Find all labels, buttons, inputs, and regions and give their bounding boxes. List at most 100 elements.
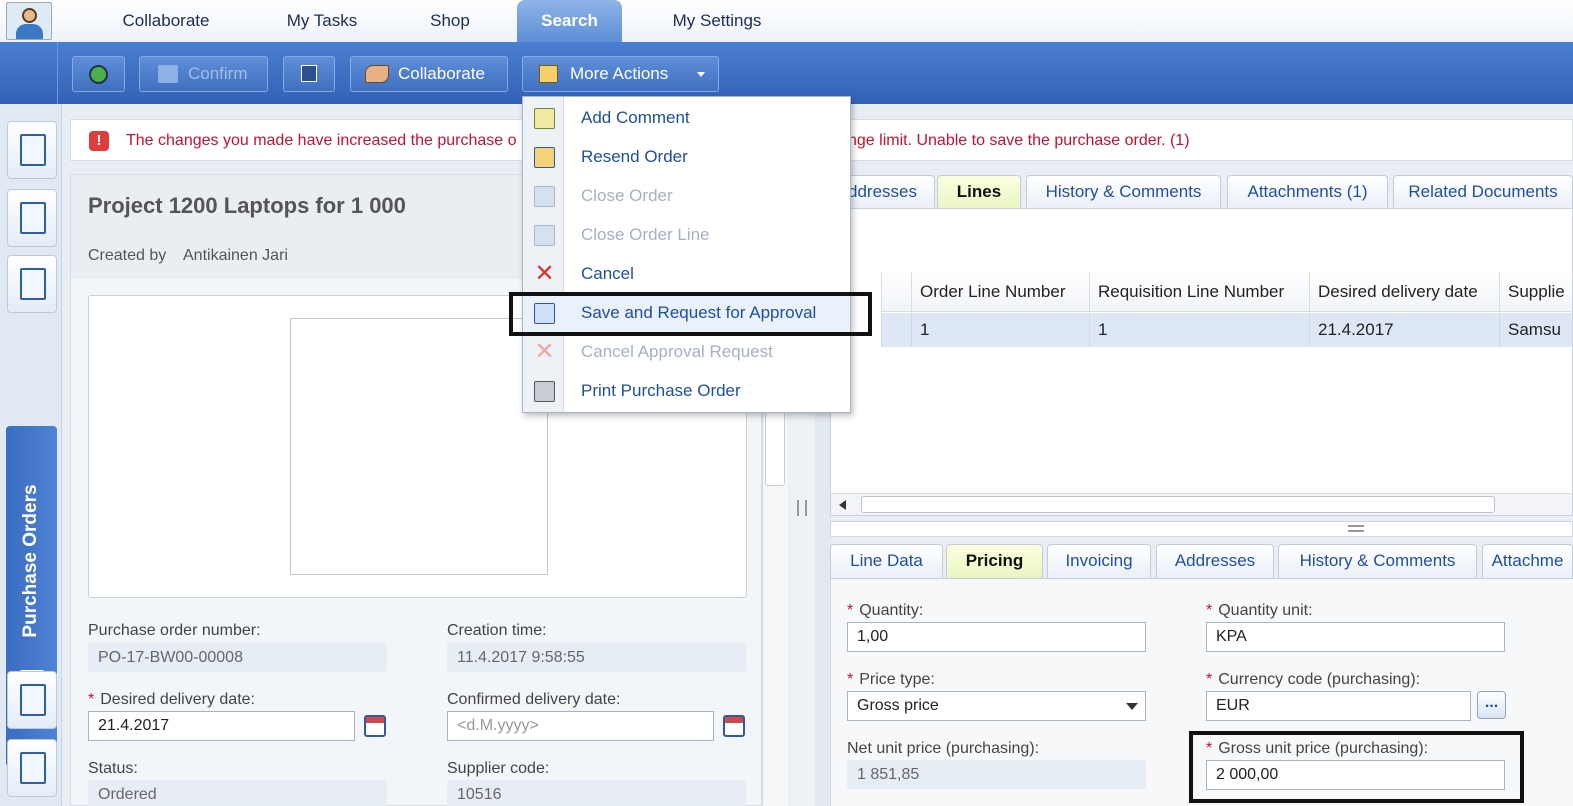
order-image-placeholder xyxy=(290,318,548,575)
invoice-icon xyxy=(20,752,46,784)
back-button[interactable] xyxy=(72,56,125,92)
menu-item-cancel[interactable]: ✕ Cancel xyxy=(523,255,850,294)
nav-tab-search[interactable]: Search xyxy=(517,0,622,42)
cancel-approval-icon: ✕ xyxy=(534,338,555,365)
menu-item-label: Add Comment xyxy=(581,108,690,127)
rail-button-invoice[interactable] xyxy=(7,739,57,797)
grid-header-supplier[interactable]: Supplie xyxy=(1499,272,1572,312)
avatar-body-icon xyxy=(16,24,43,39)
chevron-down-icon xyxy=(697,72,705,77)
rail-button-documents[interactable] xyxy=(7,121,57,179)
grid-header-order-line-number[interactable]: Order Line Number xyxy=(911,272,1089,312)
menu-item-add-comment[interactable]: Add Comment xyxy=(523,99,850,138)
net-unit-price-label: Net unit price (purchasing): xyxy=(847,740,1040,757)
comment-icon xyxy=(534,108,555,129)
back-arrow-icon xyxy=(89,65,108,84)
nav-tab-my-tasks[interactable]: My Tasks xyxy=(268,0,376,42)
collaborate-button[interactable]: Collaborate xyxy=(350,56,508,92)
price-type-select[interactable]: Gross price xyxy=(847,691,1146,721)
grid-cell-requisition-line-number[interactable]: 1 xyxy=(1089,313,1309,347)
avatar-head-icon xyxy=(22,8,37,23)
confirmed-delivery-input[interactable]: <d.M.yyyy> xyxy=(447,711,714,741)
po-number-value: PO-17-BW00-00008 xyxy=(88,643,387,672)
tab-invoicing[interactable]: Invoicing xyxy=(1047,544,1151,578)
menu-item-resend-order[interactable]: Resend Order xyxy=(523,138,850,177)
grid-header-spacer xyxy=(881,272,911,312)
menu-item-label: Close Order Line xyxy=(581,225,710,244)
select-chevron-down-icon[interactable] xyxy=(1126,703,1138,710)
save-button[interactable] xyxy=(283,56,335,92)
close-order-icon xyxy=(534,186,555,207)
menu-item-label: Resend Order xyxy=(581,147,688,166)
currency-lookup-button[interactable]: ... xyxy=(1477,691,1506,719)
quantity-unit-label: * Quantity unit: xyxy=(1206,602,1313,619)
quantity-unit-input[interactable]: KPA xyxy=(1206,622,1505,652)
action-toolbar: Confirm Collaborate More Actions xyxy=(0,42,1573,104)
menu-item-label: Close Order xyxy=(581,186,673,205)
grid-header-requisition-line-number[interactable]: Requisition Line Number xyxy=(1089,272,1309,312)
grid-horizontal-scrollbar[interactable] xyxy=(831,493,1572,515)
order-lines-grid: Order Line Number Requisition Line Numbe… xyxy=(830,208,1573,516)
more-actions-menu: Add Comment Resend Order Close Order Clo… xyxy=(522,96,851,413)
floppy-disk-icon xyxy=(301,65,317,82)
menu-item-label: Cancel Approval Request xyxy=(581,342,773,361)
scrollbar-thumb[interactable] xyxy=(861,496,1495,513)
quantity-input[interactable]: 1,00 xyxy=(847,622,1146,652)
desired-delivery-label: * Desired delivery date: xyxy=(88,691,255,708)
tab-pricing[interactable]: Pricing xyxy=(946,544,1043,578)
tab-line-attachments[interactable]: Attachme xyxy=(1482,544,1573,578)
tab-history-comments[interactable]: History & Comments xyxy=(1026,175,1221,209)
top-nav: Collaborate My Tasks Shop Search My Sett… xyxy=(0,0,1573,42)
scroll-left-arrow-icon[interactable] xyxy=(839,500,846,510)
calendar-picker-icon[interactable] xyxy=(723,715,745,737)
confirm-button[interactable]: Confirm xyxy=(139,56,268,92)
error-text-left: The changes you made have increased the … xyxy=(126,132,517,149)
desired-delivery-input[interactable]: 21.4.2017 xyxy=(88,711,355,741)
menu-item-close-order-line: Close Order Line xyxy=(523,216,850,255)
gross-price-highlight-box xyxy=(1189,731,1524,803)
created-by-label: Created by xyxy=(88,247,167,264)
menu-item-label: Cancel xyxy=(581,264,634,283)
splitter-grip-icon xyxy=(797,500,807,516)
rail-button-basket-check[interactable] xyxy=(7,671,57,729)
vertical-splitter[interactable] xyxy=(789,380,815,806)
calendar-icon xyxy=(20,202,46,234)
nav-tab-my-settings[interactable]: My Settings xyxy=(656,0,778,42)
calendar-picker-icon[interactable] xyxy=(364,715,386,737)
cancel-x-icon: ✕ xyxy=(534,260,555,287)
scrollbar-thumb[interactable] xyxy=(765,402,785,486)
currency-input[interactable]: EUR xyxy=(1206,691,1471,721)
tab-attachments[interactable]: Attachments (1) xyxy=(1227,175,1388,209)
grid-cell-order-line-number[interactable]: 1 xyxy=(911,313,1089,347)
tab-line-history-comments[interactable]: History & Comments xyxy=(1278,544,1477,578)
menu-item-print-purchase-order[interactable]: Print Purchase Order xyxy=(523,372,850,411)
rail-button-basket-list[interactable] xyxy=(7,255,57,313)
grid-cell-supplier[interactable]: Samsu xyxy=(1499,313,1572,347)
grid-row-selector[interactable] xyxy=(881,313,911,347)
rail-button-calendar[interactable] xyxy=(7,189,57,247)
tab-line-data[interactable]: Line Data xyxy=(830,544,943,578)
grid-header-desired-delivery-date[interactable]: Desired delivery date xyxy=(1309,272,1499,312)
tab-related-documents[interactable]: Related Documents xyxy=(1393,175,1573,209)
basket-check-icon xyxy=(20,684,46,716)
creation-time-value: 11.4.2017 9:58:55 xyxy=(447,643,746,672)
notepad-icon xyxy=(539,65,558,83)
tab-lines[interactable]: Lines xyxy=(937,175,1021,209)
quantity-label: * Quantity: xyxy=(847,602,924,619)
printer-icon xyxy=(534,381,555,402)
status-value: Ordered xyxy=(88,780,387,806)
order-title: Project 1200 Laptops for 1 000 xyxy=(88,193,406,218)
collaborate-label: Collaborate xyxy=(398,64,485,83)
user-avatar[interactable] xyxy=(6,2,52,40)
grid-cell-desired-delivery-date[interactable]: 21.4.2017 xyxy=(1309,313,1499,347)
left-panel-scrollbar[interactable] xyxy=(762,400,788,806)
more-actions-button[interactable]: More Actions xyxy=(522,56,719,92)
handshake-icon xyxy=(365,65,389,83)
close-line-icon xyxy=(534,225,555,246)
nav-tab-shop[interactable]: Shop xyxy=(416,0,484,42)
horizontal-splitter[interactable] xyxy=(830,521,1573,537)
tab-line-addresses[interactable]: Addresses xyxy=(1156,544,1274,578)
confirm-check-icon xyxy=(158,65,178,83)
more-actions-label: More Actions xyxy=(570,64,669,83)
nav-tab-collaborate[interactable]: Collaborate xyxy=(104,0,228,42)
